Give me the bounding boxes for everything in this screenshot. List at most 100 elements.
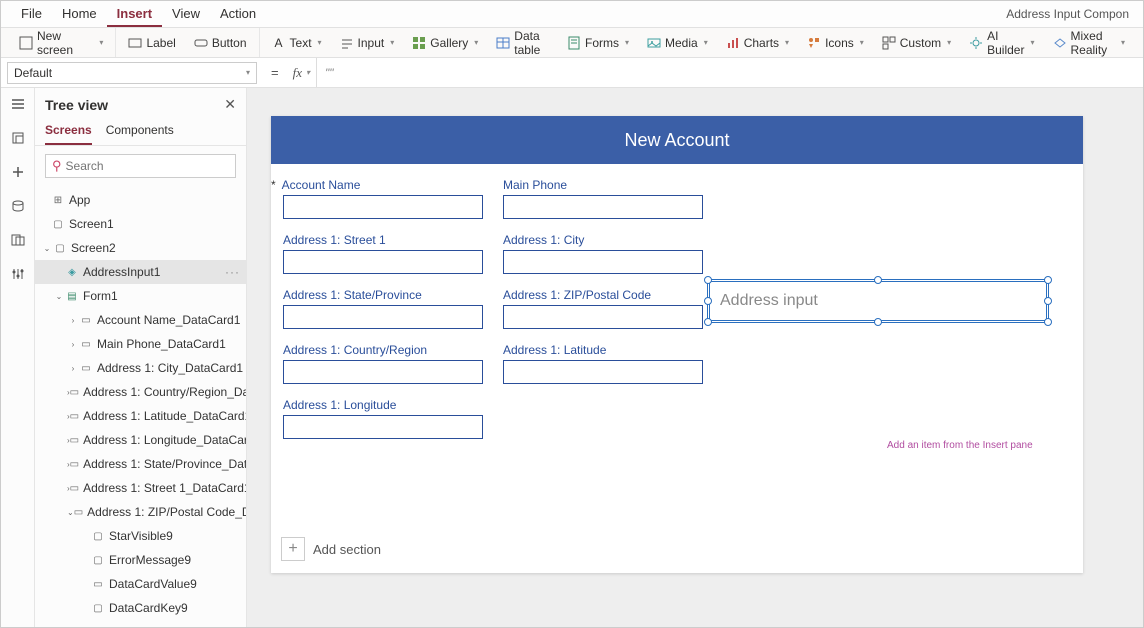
mixedreality-button[interactable]: Mixed Reality▾: [1047, 26, 1132, 60]
tree-search[interactable]: ⚲: [45, 154, 236, 178]
tree-node-datacard[interactable]: ›▭Address 1: Latitude_DataCard1: [35, 404, 246, 428]
tree-node-app[interactable]: ⊞App: [35, 188, 246, 212]
tree-node-child[interactable]: ▢StarVisible9: [35, 524, 246, 548]
tree-node-child[interactable]: ▢DataCardKey9: [35, 596, 246, 620]
button-button[interactable]: Button: [188, 33, 253, 53]
equals-label: =: [263, 65, 287, 80]
input-zip[interactable]: [503, 305, 703, 329]
menu-view[interactable]: View: [162, 2, 210, 27]
new-screen-button[interactable]: New screen▾: [13, 26, 109, 60]
more-icon[interactable]: ···: [225, 265, 240, 279]
insert-icon[interactable]: [8, 162, 28, 182]
tree-node-child[interactable]: ▭DataCardValue9: [35, 572, 246, 596]
datacard-icon: ▭: [79, 314, 93, 326]
input-street1[interactable]: [283, 250, 483, 274]
media-button[interactable]: Media▾: [641, 33, 714, 53]
field-account-name[interactable]: Account Name: [283, 178, 483, 219]
field-city[interactable]: Address 1: City: [503, 233, 703, 274]
field-lon[interactable]: Address 1: Longitude: [283, 398, 483, 439]
property-selector[interactable]: Default ▾: [7, 62, 257, 84]
forms-button[interactable]: Forms▾: [561, 33, 635, 53]
input-icon: ▭: [91, 578, 105, 590]
label-icon: ▢: [91, 530, 105, 542]
help-icon: ?: [65, 626, 79, 627]
expand-icon[interactable]: ⌄: [41, 244, 53, 253]
tree-node-canvas1[interactable]: ⌄?Canvas1: [35, 620, 246, 627]
tree-node-datacard[interactable]: ⌄▭Address 1: ZIP/Postal Code_DataCard1: [35, 500, 246, 524]
input-city[interactable]: [503, 250, 703, 274]
expand-icon[interactable]: ⌄: [53, 292, 65, 301]
tree-view-icon[interactable]: [8, 128, 28, 148]
tree-node-datacard[interactable]: ›▭Address 1: State/Province_DataCard1: [35, 452, 246, 476]
datacard-icon: ▭: [70, 410, 79, 422]
menubar: File Home Insert View Action Address Inp…: [1, 1, 1143, 28]
menu-file[interactable]: File: [11, 2, 52, 27]
add-section-label: Add section: [313, 542, 381, 557]
datacard-icon: ▭: [70, 458, 79, 470]
plus-icon: +: [281, 537, 305, 561]
tab-components[interactable]: Components: [106, 117, 174, 145]
field-street1[interactable]: Address 1: Street 1: [283, 233, 483, 274]
address-input-component[interactable]: Address input: [709, 281, 1047, 321]
mixedreality-icon: [1053, 36, 1067, 50]
tree-node-child[interactable]: ▢ErrorMessage9: [35, 548, 246, 572]
label-button[interactable]: Label: [122, 33, 181, 53]
tree-node-datacard[interactable]: ›▭Address 1: Country/Region_DataCard1: [35, 380, 246, 404]
fx-label[interactable]: fx▾: [287, 58, 317, 87]
input-main-phone[interactable]: [503, 195, 703, 219]
tree-node-screen1[interactable]: ▢Screen1: [35, 212, 246, 236]
field-country[interactable]: Address 1: Country/Region: [283, 343, 483, 384]
tree-node-datacard[interactable]: ›▭Address 1: Longitude_DataCard1: [35, 428, 246, 452]
input-lon[interactable]: [283, 415, 483, 439]
tree-node-addressinput1[interactable]: ◈AddressInput1···: [35, 260, 246, 284]
aibuilder-button[interactable]: AI Builder▾: [963, 26, 1040, 60]
add-section-button[interactable]: + Add section: [281, 537, 381, 561]
search-input[interactable]: [66, 159, 229, 173]
media-icon: [647, 36, 661, 50]
input-state[interactable]: [283, 305, 483, 329]
tree-node-datacard[interactable]: ›▭Account Name_DataCard1: [35, 308, 246, 332]
hamburger-icon[interactable]: [8, 94, 28, 114]
formula-input[interactable]: "": [317, 66, 1143, 80]
datacard-icon: ▭: [70, 386, 79, 398]
field-main-phone[interactable]: Main Phone: [503, 178, 703, 219]
tree-node-datacard[interactable]: ›▭Main Phone_DataCard1: [35, 332, 246, 356]
chevron-down-icon: ▾: [99, 38, 103, 47]
custom-button[interactable]: Custom▾: [876, 33, 957, 53]
forms-icon: [567, 36, 581, 50]
icons-button[interactable]: Icons▾: [801, 33, 870, 53]
screen-icon: ▢: [51, 218, 65, 230]
close-icon[interactable]: ✕: [224, 96, 236, 113]
tree-node-form1[interactable]: ⌄▤Form1: [35, 284, 246, 308]
icons-icon: [807, 36, 821, 50]
menu-home[interactable]: Home: [52, 2, 107, 27]
menu-action[interactable]: Action: [210, 2, 266, 27]
field-lat[interactable]: Address 1: Latitude: [503, 343, 703, 384]
tree-node-datacard[interactable]: ›▭Address 1: Street 1_DataCard1: [35, 476, 246, 500]
input-button[interactable]: Input▾: [334, 33, 401, 53]
field-state[interactable]: Address 1: State/Province: [283, 288, 483, 329]
search-icon: ⚲: [52, 158, 62, 174]
datacard-icon: ▭: [70, 434, 79, 446]
tree-node-screen2[interactable]: ⌄▢Screen2: [35, 236, 246, 260]
tab-screens[interactable]: Screens: [45, 117, 92, 145]
advanced-tools-icon[interactable]: [8, 264, 28, 284]
text-button[interactable]: AText▾: [266, 33, 328, 53]
form-title: New Account: [271, 116, 1083, 164]
canvas-screen[interactable]: New Account Account Name Main Phone Addr…: [271, 116, 1083, 573]
add-item-hint[interactable]: Add an item from the Insert pane: [887, 440, 1033, 451]
input-account-name[interactable]: [283, 195, 483, 219]
gallery-button[interactable]: Gallery▾: [406, 33, 484, 53]
data-icon[interactable]: [8, 196, 28, 216]
label-icon: [128, 36, 142, 50]
input-lat[interactable]: [503, 360, 703, 384]
gallery-icon: [412, 36, 426, 50]
datatable-button[interactable]: Data table: [490, 26, 555, 60]
media-rail-icon[interactable]: [8, 230, 28, 250]
menu-insert[interactable]: Insert: [107, 2, 162, 27]
input-country[interactable]: [283, 360, 483, 384]
button-icon: [194, 36, 208, 50]
tree-node-datacard[interactable]: ›▭Address 1: City_DataCard1: [35, 356, 246, 380]
charts-button[interactable]: Charts▾: [720, 33, 795, 53]
field-zip[interactable]: Address 1: ZIP/Postal Code: [503, 288, 703, 329]
